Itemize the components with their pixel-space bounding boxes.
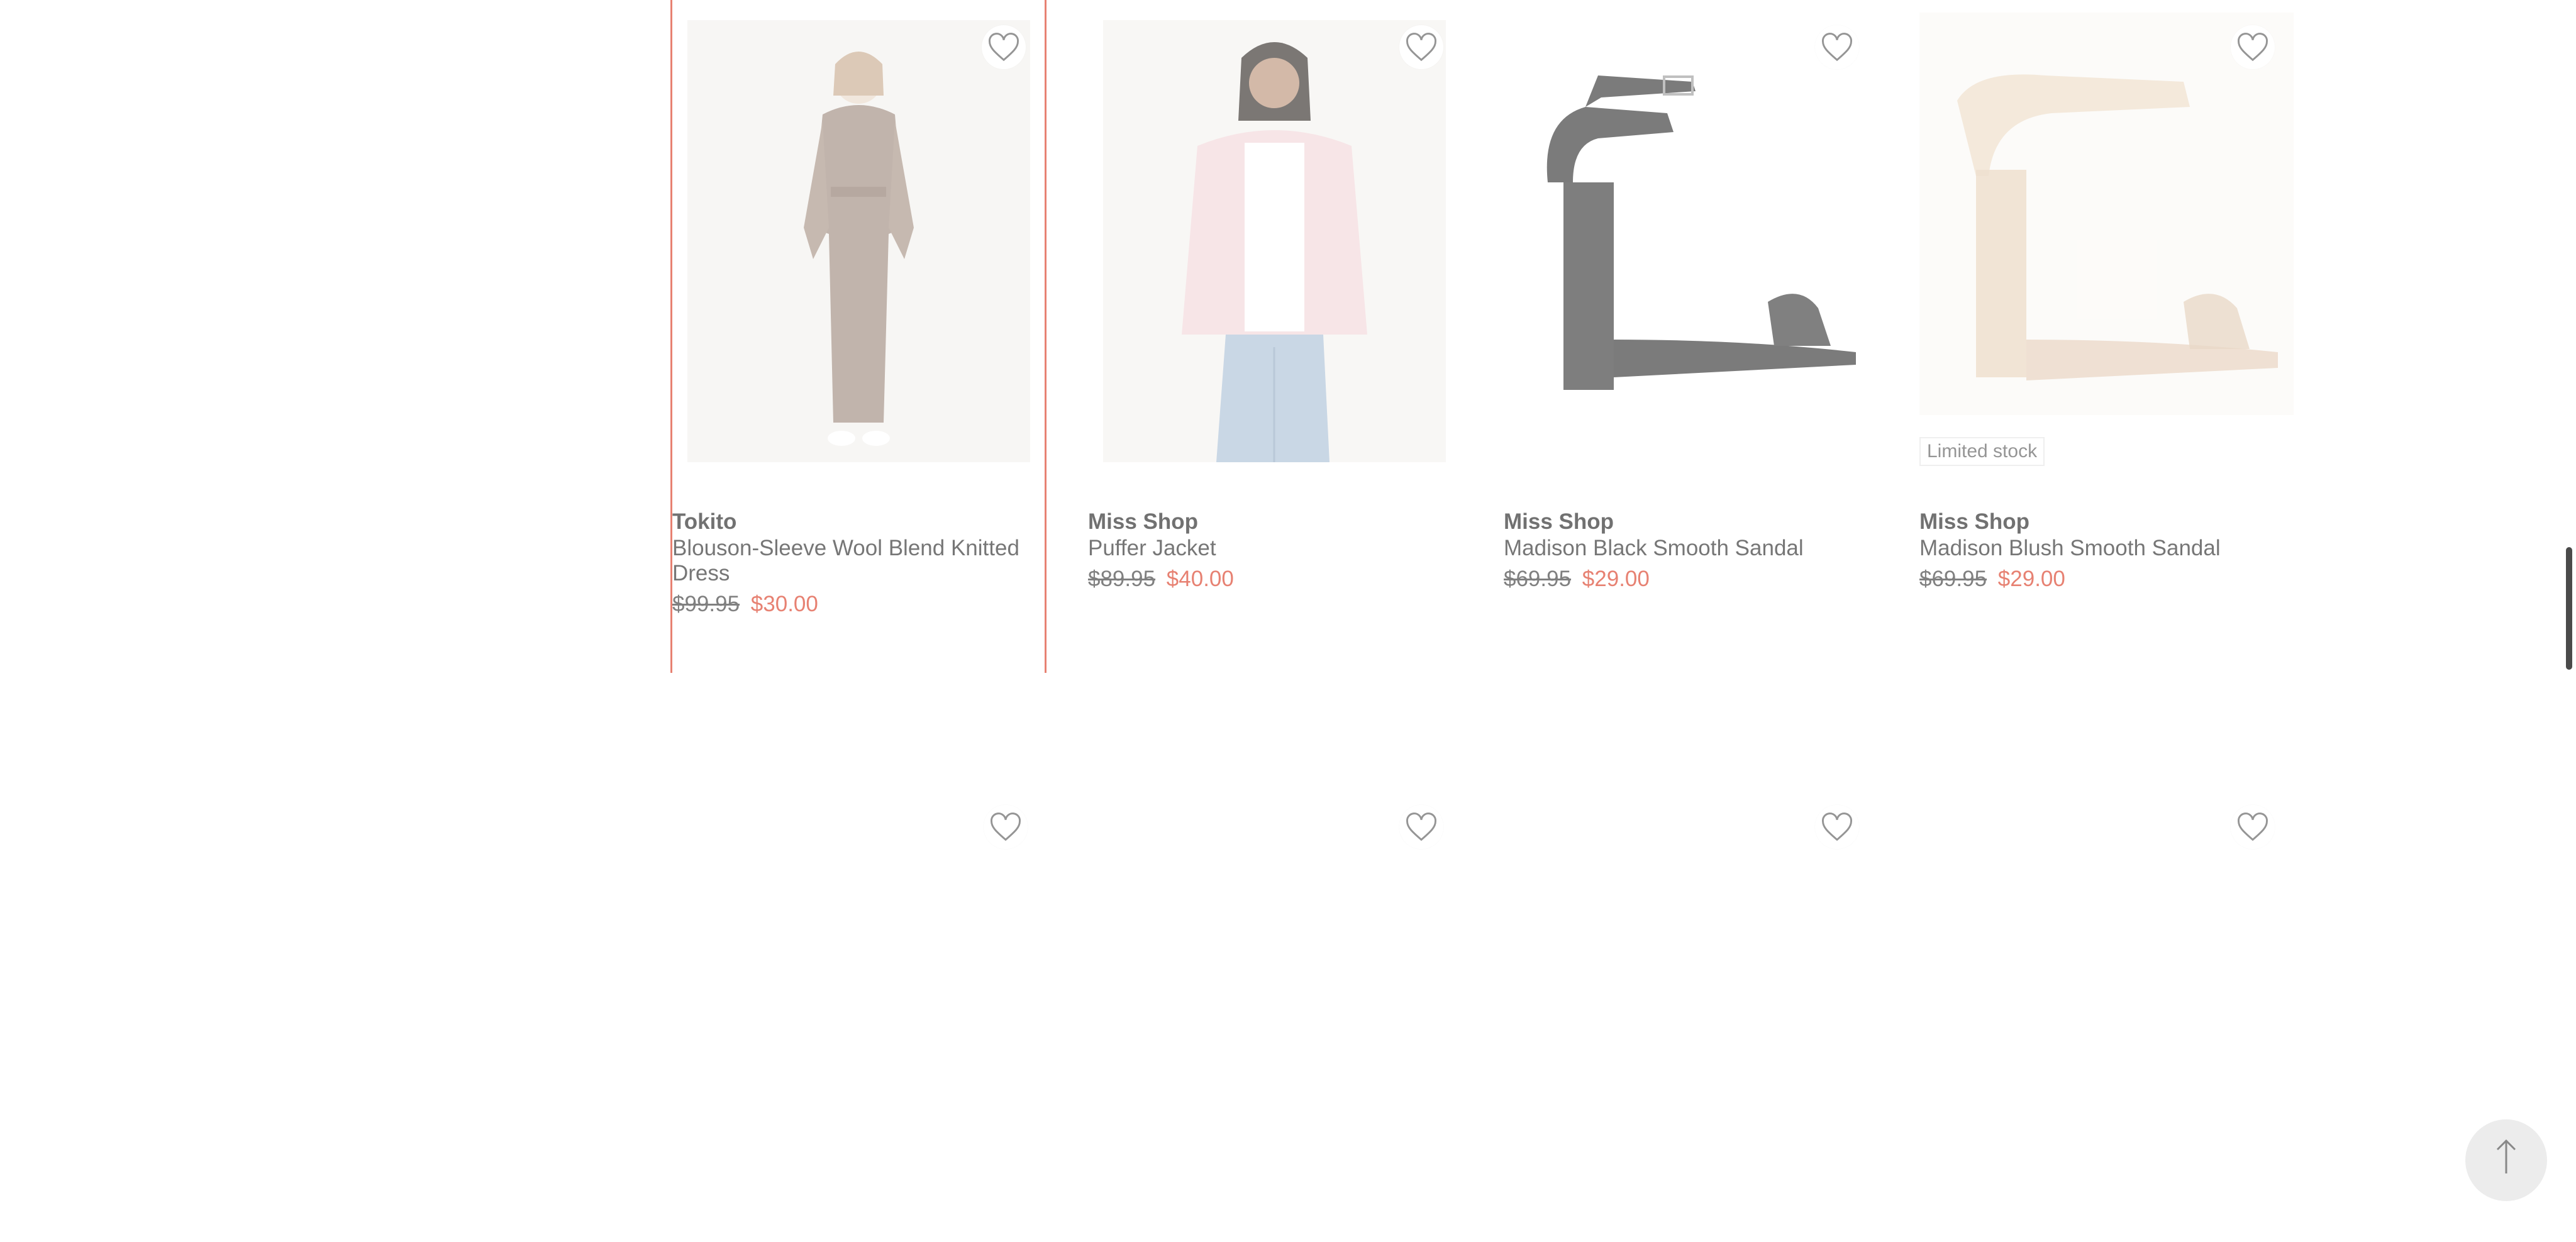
wishlist-heart-icon[interactable] bbox=[1399, 25, 1443, 69]
scrollbar-thumb[interactable] bbox=[2566, 547, 2572, 670]
sale-price: $40.00 bbox=[1166, 567, 1234, 591]
original-price: $69.95 bbox=[1919, 567, 1987, 591]
wishlist-heart-icon[interactable] bbox=[984, 805, 1028, 849]
product-image[interactable] bbox=[1919, 13, 2294, 415]
wishlist-heart-icon[interactable] bbox=[1399, 805, 1443, 849]
wishlist-heart-icon[interactable] bbox=[1815, 805, 1859, 849]
product-name[interactable]: Madison Blush Smooth Sandal bbox=[1919, 536, 2294, 561]
product-prices: $69.95 $29.00 bbox=[1504, 563, 1878, 595]
arrow-up-icon bbox=[2496, 1139, 2516, 1173]
product-brand: Miss Shop bbox=[1919, 509, 2030, 534]
product-info: Miss Shop Puffer Jacket $89.95 $40.00 bbox=[1088, 508, 1462, 595]
product-prices: $99.95 $30.00 bbox=[672, 589, 1046, 620]
original-price: $89.95 bbox=[1088, 567, 1156, 591]
product-name[interactable]: Blouson-Sleeve Wool Blend Knitted Dress bbox=[672, 536, 1046, 586]
product-image[interactable] bbox=[1504, 13, 1878, 415]
product-image[interactable] bbox=[1103, 20, 1446, 462]
product-name[interactable]: Puffer Jacket bbox=[1088, 536, 1462, 561]
sale-price: $29.00 bbox=[1582, 567, 1650, 591]
original-price: $69.95 bbox=[1504, 567, 1572, 591]
product-card[interactable]: Tokito Blouson-Sleeve Wool Blend Knitted… bbox=[670, 0, 1046, 673]
product-card-placeholder[interactable] bbox=[1504, 739, 1878, 1242]
product-brand: Tokito bbox=[672, 509, 737, 534]
wishlist-heart-icon[interactable] bbox=[1815, 25, 1859, 69]
black-sandal-illustration bbox=[1546, 75, 1856, 390]
wishlist-heart-icon[interactable] bbox=[2231, 805, 2275, 849]
product-info: Miss Shop Madison Blush Smooth Sandal $6… bbox=[1919, 508, 2294, 595]
wishlist-heart-icon[interactable] bbox=[2231, 25, 2275, 69]
limited-stock-badge: Limited stock bbox=[1919, 437, 2045, 466]
page-scrollbar[interactable] bbox=[2562, 0, 2576, 1171]
product-card[interactable]: Miss Shop Puffer Jacket $89.95 $40.00 bbox=[1088, 0, 1462, 673]
product-prices: $69.95 $29.00 bbox=[1919, 563, 2294, 595]
product-info: Tokito Blouson-Sleeve Wool Blend Knitted… bbox=[672, 508, 1046, 620]
model-jacket-illustration bbox=[1103, 20, 1446, 462]
product-brand: Miss Shop bbox=[1504, 509, 1614, 534]
back-to-top-button[interactable] bbox=[2465, 1119, 2547, 1201]
product-info: Miss Shop Madison Black Smooth Sandal $6… bbox=[1504, 508, 1878, 595]
product-prices: $89.95 $40.00 bbox=[1088, 563, 1462, 595]
product-card[interactable]: Miss Shop Madison Black Smooth Sandal $6… bbox=[1504, 0, 1878, 673]
blush-sandal-illustration bbox=[1919, 13, 2294, 415]
model-dress-illustration bbox=[687, 20, 1030, 462]
wishlist-heart-icon[interactable] bbox=[982, 25, 1026, 69]
sale-price: $30.00 bbox=[750, 592, 818, 616]
product-name[interactable]: Madison Black Smooth Sandal bbox=[1504, 536, 1878, 561]
product-image[interactable] bbox=[687, 20, 1030, 462]
sale-price: $29.00 bbox=[1997, 567, 2065, 591]
product-card-placeholder[interactable] bbox=[1919, 739, 2294, 1242]
original-price: $99.95 bbox=[672, 592, 740, 616]
product-card-placeholder[interactable] bbox=[672, 739, 1046, 1242]
product-brand: Miss Shop bbox=[1088, 509, 1199, 534]
product-card-placeholder[interactable] bbox=[1088, 739, 1462, 1242]
product-grid: Tokito Blouson-Sleeve Wool Blend Knitted… bbox=[670, 0, 2336, 1242]
product-card[interactable]: Limited stock Miss Shop Madison Blush Sm… bbox=[1919, 0, 2294, 673]
